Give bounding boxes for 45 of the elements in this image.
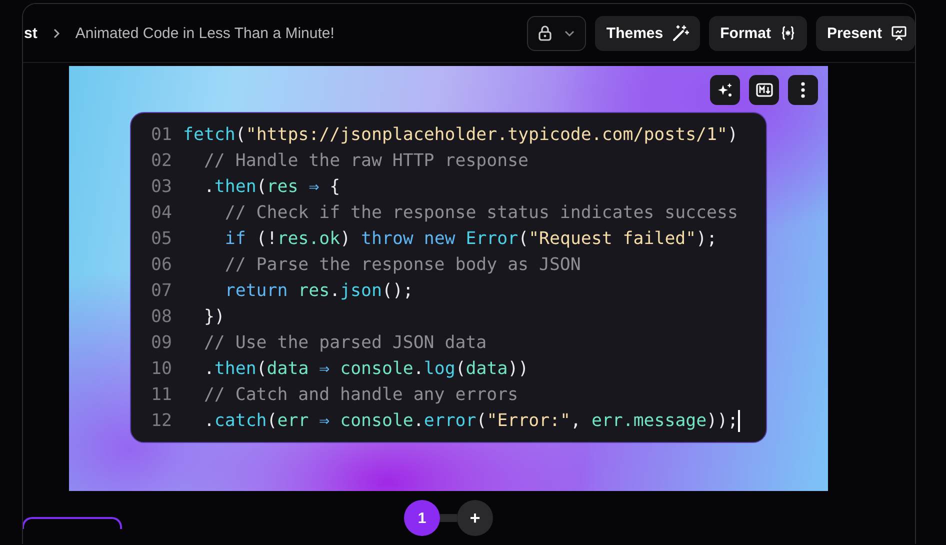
line-number: 03 (151, 177, 172, 197)
code-line: // Handle the raw HTTP response (202, 151, 529, 171)
breadcrumb-link[interactable]: st (24, 24, 38, 42)
code-line: // Use the parsed JSON data (202, 333, 487, 353)
code-line: }) (202, 307, 225, 327)
chevron-down-icon (564, 30, 576, 36)
chevron-right-icon (53, 28, 60, 38)
sparkle-icon (717, 82, 733, 98)
code-line: .then(res ⇒ { (202, 177, 340, 197)
more-button[interactable] (788, 75, 818, 105)
code-line: fetch("https://jsonplaceholder.typicode.com/posts/1") (183, 125, 738, 145)
line-number: 05 (151, 229, 172, 249)
code-line: // Catch and handle any errors (202, 385, 518, 405)
line-number: 12 (151, 411, 172, 431)
sparkle-button[interactable] (710, 75, 740, 105)
line-number: 11 (151, 385, 172, 405)
line-number: 07 (151, 281, 172, 301)
markdown-button[interactable] (749, 75, 779, 105)
format-button[interactable]: Format (709, 16, 807, 50)
line-number: 04 (151, 203, 172, 223)
markdown-icon (756, 83, 772, 97)
page-button[interactable]: 1 (404, 500, 440, 536)
code-line: // Check if the response status indicates success (224, 203, 738, 223)
line-number: 10 (151, 359, 172, 379)
themes-button[interactable]: Themes (595, 16, 700, 50)
line-number: 06 (151, 255, 172, 275)
line-number: 02 (151, 151, 172, 171)
more-icon (801, 82, 805, 98)
lock-dropdown[interactable] (527, 16, 586, 50)
presentation-icon (891, 25, 907, 41)
braces-icon (780, 25, 796, 41)
code-line: if (!res.ok) throw new Error("Request failed"); (224, 229, 718, 249)
add-page-button[interactable]: + (457, 500, 493, 536)
line-number: 08 (151, 307, 172, 327)
code-line: return res.json(); (224, 281, 414, 301)
lock-icon (538, 25, 552, 41)
code-line: .then(data ⇒ console.log(data)) (202, 359, 529, 379)
document-title: Animated Code in Less Than a Minute! (75, 24, 334, 42)
present-button[interactable]: Present (816, 16, 915, 50)
page-connector (440, 514, 457, 522)
line-number: 09 (151, 333, 172, 353)
code-line: // Parse the response body as JSON (224, 255, 581, 275)
code-line: .catch(err ⇒ console.error("Error:", err.message)); (202, 410, 740, 432)
magic-wand-icon (672, 24, 690, 42)
line-number: 01 (151, 125, 172, 145)
